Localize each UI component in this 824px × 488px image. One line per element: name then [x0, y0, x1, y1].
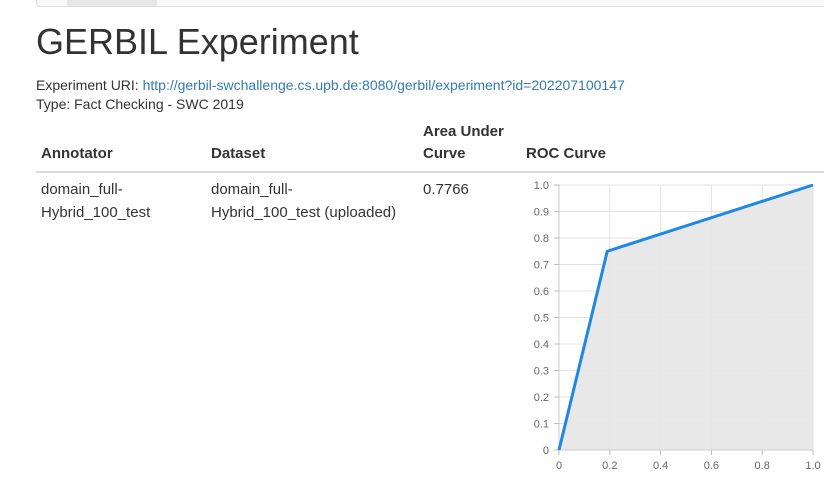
roc-curve-line — [557, 183, 814, 451]
auc-value: 0.7766 — [423, 181, 469, 198]
x-tick-label: 0.2 — [602, 460, 617, 472]
dataset-name-line2: Hybrid_100_test (uploaded) — [211, 204, 397, 221]
y-tick-label: 1.0 — [534, 180, 549, 192]
header-roc-curve: ROC Curve — [526, 145, 607, 162]
header-auc-line1: Area Under — [423, 123, 504, 140]
y-tick-label: 0.3 — [534, 366, 549, 378]
y-tick-label: 0.2 — [534, 392, 549, 404]
roc-curve-chart: 0 0.1 0.2 0.3 0.4 0.5 0.6 0.7 0.8 0.9 1.0 0 0.2 0.4 0.… — [534, 180, 821, 472]
experiment-uri-label: Experiment URI: — [36, 77, 139, 93]
annotator-name-line2: Hybrid_100_test — [41, 204, 151, 221]
page-title: GERBIL Experiment — [36, 21, 359, 62]
y-tick-label: 0.1 — [534, 419, 549, 431]
y-tick-label: 0.6 — [534, 286, 549, 298]
experiment-uri-line: Experiment URI: http://gerbil-swchalleng… — [36, 75, 625, 95]
nav-tab-active[interactable] — [67, 0, 157, 6]
header-annotator: Annotator — [41, 145, 113, 162]
x-tick-label: 1.0 — [805, 460, 820, 472]
y-tick-label: 0.5 — [534, 313, 549, 325]
header-dataset: Dataset — [211, 145, 266, 162]
top-navbar — [36, 0, 824, 7]
header-auc-line2: Curve — [423, 145, 466, 162]
x-tick-label: 0.6 — [704, 460, 719, 472]
x-tick-label: 0.8 — [755, 460, 770, 472]
y-tick-label: 0.9 — [534, 207, 549, 219]
annotator-name-line1: domain_full- — [41, 181, 123, 198]
experiment-uri-link[interactable]: http://gerbil-swchallenge.cs.upb.de:8080… — [143, 77, 625, 93]
experiment-type: Type: Fact Checking - SWC 2019 — [36, 96, 244, 112]
roc-area-fill — [559, 185, 813, 450]
y-tick-label: 0.4 — [534, 339, 549, 351]
y-tick-label: 0.8 — [534, 233, 549, 245]
dataset-name-line1: domain_full- — [211, 181, 293, 198]
y-tick-label: 0 — [543, 445, 549, 457]
x-tick-label: 0.4 — [653, 460, 668, 472]
x-tick-label: 0 — [556, 460, 562, 472]
y-tick-label: 0.7 — [534, 260, 549, 272]
header-divider — [36, 171, 824, 173]
